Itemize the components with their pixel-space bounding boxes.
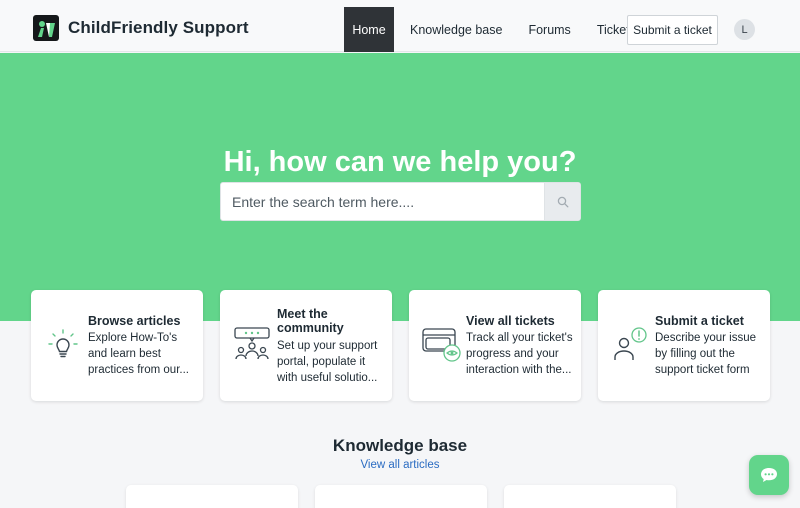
view-all-articles-link[interactable]: View all articles [0,459,800,471]
tickets-icon [422,328,461,362]
card-title: View all tickets [466,314,555,328]
submit-ticket-button[interactable]: Submit a ticket [627,15,718,45]
brand-name: ChildFriendly Support [68,18,249,37]
top-header: ChildFriendly Support Home Knowledge bas… [0,0,800,52]
chat-button[interactable] [749,455,789,495]
chat-bubble-icon [761,468,777,482]
card-description: Describe your issue by filling out the s… [655,332,756,376]
kb-category-card[interactable] [126,485,298,508]
avatar[interactable]: L [734,19,755,40]
logo-icon [33,15,59,41]
kb-category-card[interactable] [504,485,676,508]
nav-home[interactable]: Home [344,7,394,52]
card-view-tickets[interactable]: View all tickets Track all your ticket's… [409,290,581,401]
card-description: Explore How-To's and learn best practice… [88,332,189,376]
card-title: Meet the community [277,307,344,335]
card-submit-ticket[interactable]: Submit a ticket Describe your issue by f… [598,290,770,401]
search-icon [557,196,568,207]
main-nav: Home Knowledge base Forums Tickets [344,7,649,52]
brand[interactable]: ChildFriendly Support [33,15,249,41]
knowledge-base-heading: Knowledge base [332,436,468,455]
hero-title: Hi, how can we help you? [223,146,577,178]
card-meet-community[interactable]: Meet the community Set up your support p… [220,290,392,401]
lightbulb-icon [48,329,78,358]
page: ChildFriendly Support Home Knowledge bas… [0,0,800,508]
search-button[interactable] [544,183,580,220]
card-title: Browse articles [88,314,181,328]
kb-category-card[interactable] [315,485,487,508]
card-browse-articles[interactable]: Browse articles Explore How-To's and lea… [31,290,203,401]
card-description: Set up your support portal, populate it … [277,340,378,384]
card-description: Track all your ticket's progress and you… [466,332,573,376]
nav-knowledge-base[interactable]: Knowledge base [397,7,515,52]
submit-ticket-icon [614,327,647,360]
search-input[interactable] [221,183,544,220]
search-bar [220,182,581,221]
nav-forums[interactable]: Forums [515,7,583,52]
community-icon [234,327,270,360]
card-title: Submit a ticket [655,314,744,328]
